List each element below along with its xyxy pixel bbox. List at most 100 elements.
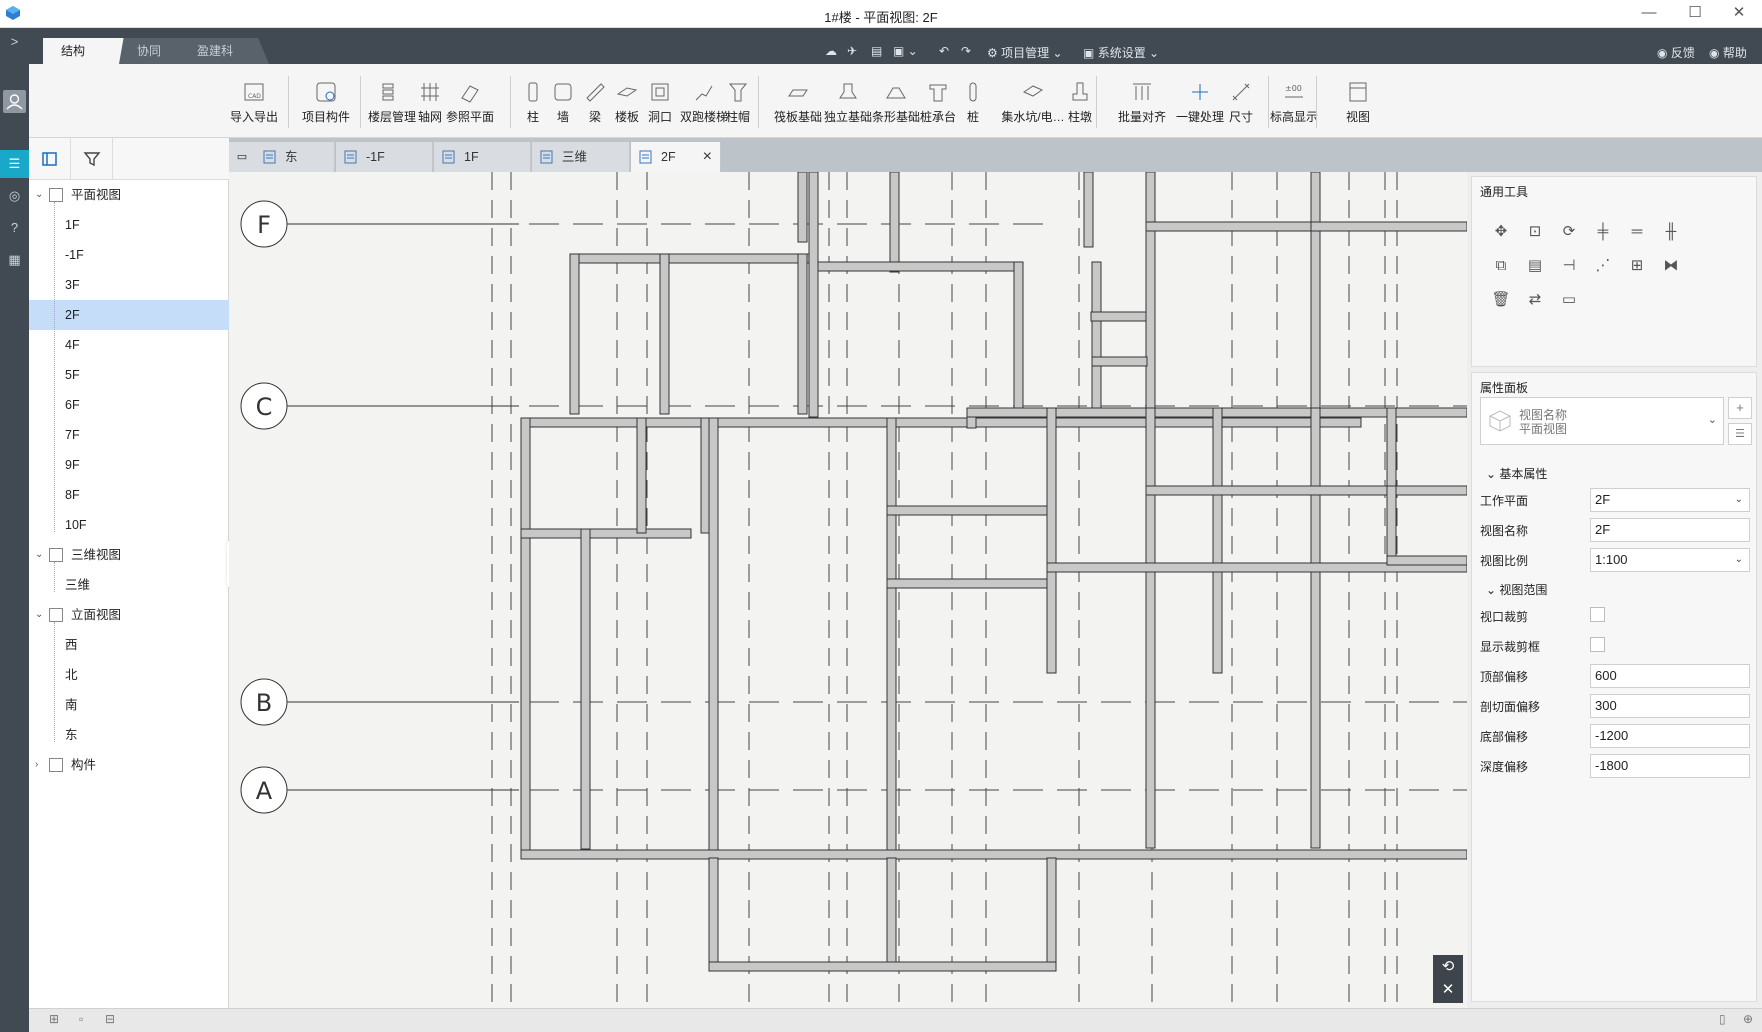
tree-item[interactable]: 4F bbox=[29, 330, 229, 360]
tool-cad-button[interactable]: CAD 导入导出 bbox=[226, 70, 282, 132]
group-icon[interactable]: ⊞ bbox=[1624, 253, 1650, 279]
tree-item[interactable]: 北 bbox=[29, 660, 229, 690]
tree-item[interactable]: 南 bbox=[29, 690, 229, 720]
tool-align-button[interactable]: 批量对齐 bbox=[1114, 70, 1170, 132]
single-view-icon[interactable]: ▫ bbox=[79, 1012, 83, 1026]
tool-slab-button[interactable]: 楼板 bbox=[612, 70, 642, 132]
extend-icon[interactable]: ╫ bbox=[1658, 219, 1684, 245]
tree-item[interactable]: 6F bbox=[29, 390, 229, 420]
rotate-icon[interactable]: ⟳ bbox=[1556, 219, 1582, 245]
tab-yjk[interactable]: 盈建科 bbox=[179, 38, 269, 64]
scale-icon[interactable]: ⊡ bbox=[1522, 219, 1548, 245]
section-view-range[interactable]: ⌄ 视图范围 bbox=[1486, 581, 1547, 598]
maximize-button[interactable]: ☐ bbox=[1672, 0, 1718, 28]
cloud-icon[interactable]: ☁ bbox=[825, 44, 837, 58]
doc-tab[interactable]: -1F bbox=[336, 142, 433, 172]
list-icon[interactable]: ☰ bbox=[0, 150, 29, 178]
match-icon[interactable]: ⇄ bbox=[1522, 287, 1548, 313]
trim-icon[interactable]: ╪ bbox=[1590, 219, 1616, 245]
array-icon[interactable]: ⋰ bbox=[1590, 253, 1616, 279]
drawing-canvas[interactable]: F C B A ⟲ ✕ bbox=[229, 172, 1467, 1008]
floor-plan-drawing[interactable]: F C B A bbox=[229, 172, 1467, 1008]
tool-pile-button[interactable]: 桩 bbox=[960, 70, 986, 132]
tree-item[interactable]: 9F bbox=[29, 450, 229, 480]
expand-chevron-icon[interactable]: > bbox=[0, 28, 29, 56]
split-icon[interactable]: ═ bbox=[1624, 219, 1650, 245]
tool-view-button[interactable]: 视图 bbox=[1340, 70, 1376, 132]
doc-tab[interactable]: 东 bbox=[255, 142, 335, 172]
tree-item[interactable]: 3F bbox=[29, 270, 229, 300]
project-management-menu[interactable]: ⚙ 项目管理 ⌄ bbox=[987, 44, 1063, 61]
tool-pile-cap-button[interactable]: 桩承台 bbox=[916, 70, 960, 132]
tool-wall-button[interactable]: 墙 bbox=[550, 70, 576, 132]
measure-icon[interactable]: ▭ bbox=[1556, 287, 1582, 313]
close-tab-icon[interactable]: × bbox=[703, 142, 712, 172]
minimize-button[interactable]: — bbox=[1626, 0, 1672, 28]
cut-offset-input[interactable]: 300 bbox=[1590, 694, 1750, 718]
tab-list-icon[interactable]: ▭ bbox=[229, 142, 255, 172]
reset-view-icon[interactable]: ⟲ bbox=[1433, 955, 1463, 979]
tree-item[interactable]: 1F bbox=[29, 210, 229, 240]
mirror-icon[interactable]: ⧓ bbox=[1658, 253, 1684, 279]
view-scale-select[interactable]: 1:100 ⌄ bbox=[1590, 548, 1750, 572]
move-icon[interactable]: ✥ bbox=[1488, 219, 1514, 245]
tree-item[interactable]: 7F bbox=[29, 420, 229, 450]
chevron-down-icon[interactable]: ⌄ bbox=[35, 540, 43, 570]
tree-group-components[interactable]: › 构件 bbox=[29, 750, 229, 780]
offset-icon[interactable]: ⊣ bbox=[1556, 253, 1582, 279]
tool-pier-button[interactable]: 柱墩 bbox=[1062, 70, 1098, 132]
undo-icon[interactable]: ↶ bbox=[939, 44, 949, 58]
tree-item[interactable]: 8F bbox=[29, 480, 229, 510]
help-button[interactable]: ◉ 帮助 bbox=[1709, 44, 1747, 61]
multi-view-icon[interactable]: ⊟ bbox=[105, 1012, 115, 1026]
system-settings-menu[interactable]: ▣ 系统设置 ⌄ bbox=[1083, 44, 1159, 61]
chevron-down-icon[interactable]: ⌄ bbox=[35, 180, 43, 210]
align-icon[interactable]: ▤ bbox=[1522, 253, 1548, 279]
close-view-icon[interactable]: ✕ bbox=[1433, 979, 1463, 1001]
work-plane-select[interactable]: 2F ⌄ bbox=[1590, 488, 1750, 512]
tree-item[interactable]: 东 bbox=[29, 720, 229, 750]
bottom-offset-input[interactable]: -1200 bbox=[1590, 724, 1750, 748]
tool-beam-button[interactable]: 梁 bbox=[582, 70, 608, 132]
tool-component-button[interactable]: 项目构件 bbox=[296, 70, 356, 132]
compass-icon[interactable]: ◎ bbox=[0, 182, 29, 210]
section-basic[interactable]: ⌄ 基本属性 bbox=[1486, 465, 1547, 482]
tree-item[interactable]: 10F bbox=[29, 510, 229, 540]
apps-icon[interactable]: ▦ bbox=[0, 246, 29, 274]
view-name-input[interactable]: 2F bbox=[1590, 518, 1750, 542]
zoom-icon[interactable]: ⊕ bbox=[1743, 1012, 1753, 1026]
edit-type-button[interactable]: ☰ bbox=[1728, 423, 1752, 445]
tree-item[interactable]: -1F bbox=[29, 240, 229, 270]
help-circle-icon[interactable]: ? bbox=[0, 214, 29, 242]
tool-column-cap-button[interactable]: 柱帽 bbox=[720, 70, 756, 132]
tree-group-elevation[interactable]: ⌄ 立面视图 bbox=[29, 600, 229, 630]
doc-tab[interactable]: 三维 bbox=[532, 142, 630, 172]
avatar[interactable] bbox=[3, 90, 26, 113]
feedback-button[interactable]: ◉ 反馈 bbox=[1657, 44, 1695, 61]
tool-process-button[interactable]: 一键处理 bbox=[1172, 70, 1228, 132]
tool-opening-button[interactable]: 洞口 bbox=[645, 70, 675, 132]
panel-icon[interactable]: ▯ bbox=[1719, 1012, 1726, 1026]
tree-item[interactable]: 西 bbox=[29, 630, 229, 660]
tree-group-threed[interactable]: ⌄ 三维视图 bbox=[29, 540, 229, 570]
panel-toggle-icon[interactable] bbox=[29, 138, 71, 180]
delete-icon[interactable]: 🗑 bbox=[1488, 287, 1514, 313]
document-icon[interactable]: ▤ bbox=[871, 44, 882, 58]
tree-item[interactable]: 2F bbox=[29, 300, 229, 330]
depth-offset-input[interactable]: -1800 bbox=[1590, 754, 1750, 778]
close-window-button[interactable]: ✕ bbox=[1716, 0, 1762, 28]
redo-icon[interactable]: ↷ bbox=[961, 44, 971, 58]
show-crop-checkbox[interactable] bbox=[1590, 637, 1605, 652]
tool-dimension-button[interactable]: 尺寸 bbox=[1224, 70, 1258, 132]
layout-grid-icon[interactable]: ⊞ bbox=[49, 1012, 59, 1026]
tool-elevation-button[interactable]: ±00 标高显示 bbox=[1266, 70, 1322, 132]
chevron-down-icon[interactable]: ⌄ bbox=[35, 600, 43, 630]
add-type-button[interactable]: + bbox=[1728, 397, 1752, 419]
tool-raft-button[interactable]: 筏板基础 bbox=[770, 70, 826, 132]
crop-checkbox[interactable] bbox=[1590, 607, 1605, 622]
chevron-right-icon[interactable]: › bbox=[35, 750, 38, 780]
tree-group-plan[interactable]: ⌄ 平面视图 bbox=[29, 180, 229, 210]
top-offset-input[interactable]: 600 bbox=[1590, 664, 1750, 688]
send-icon[interactable]: ✈ bbox=[847, 44, 857, 58]
doc-tab[interactable]: 1F bbox=[434, 142, 531, 172]
